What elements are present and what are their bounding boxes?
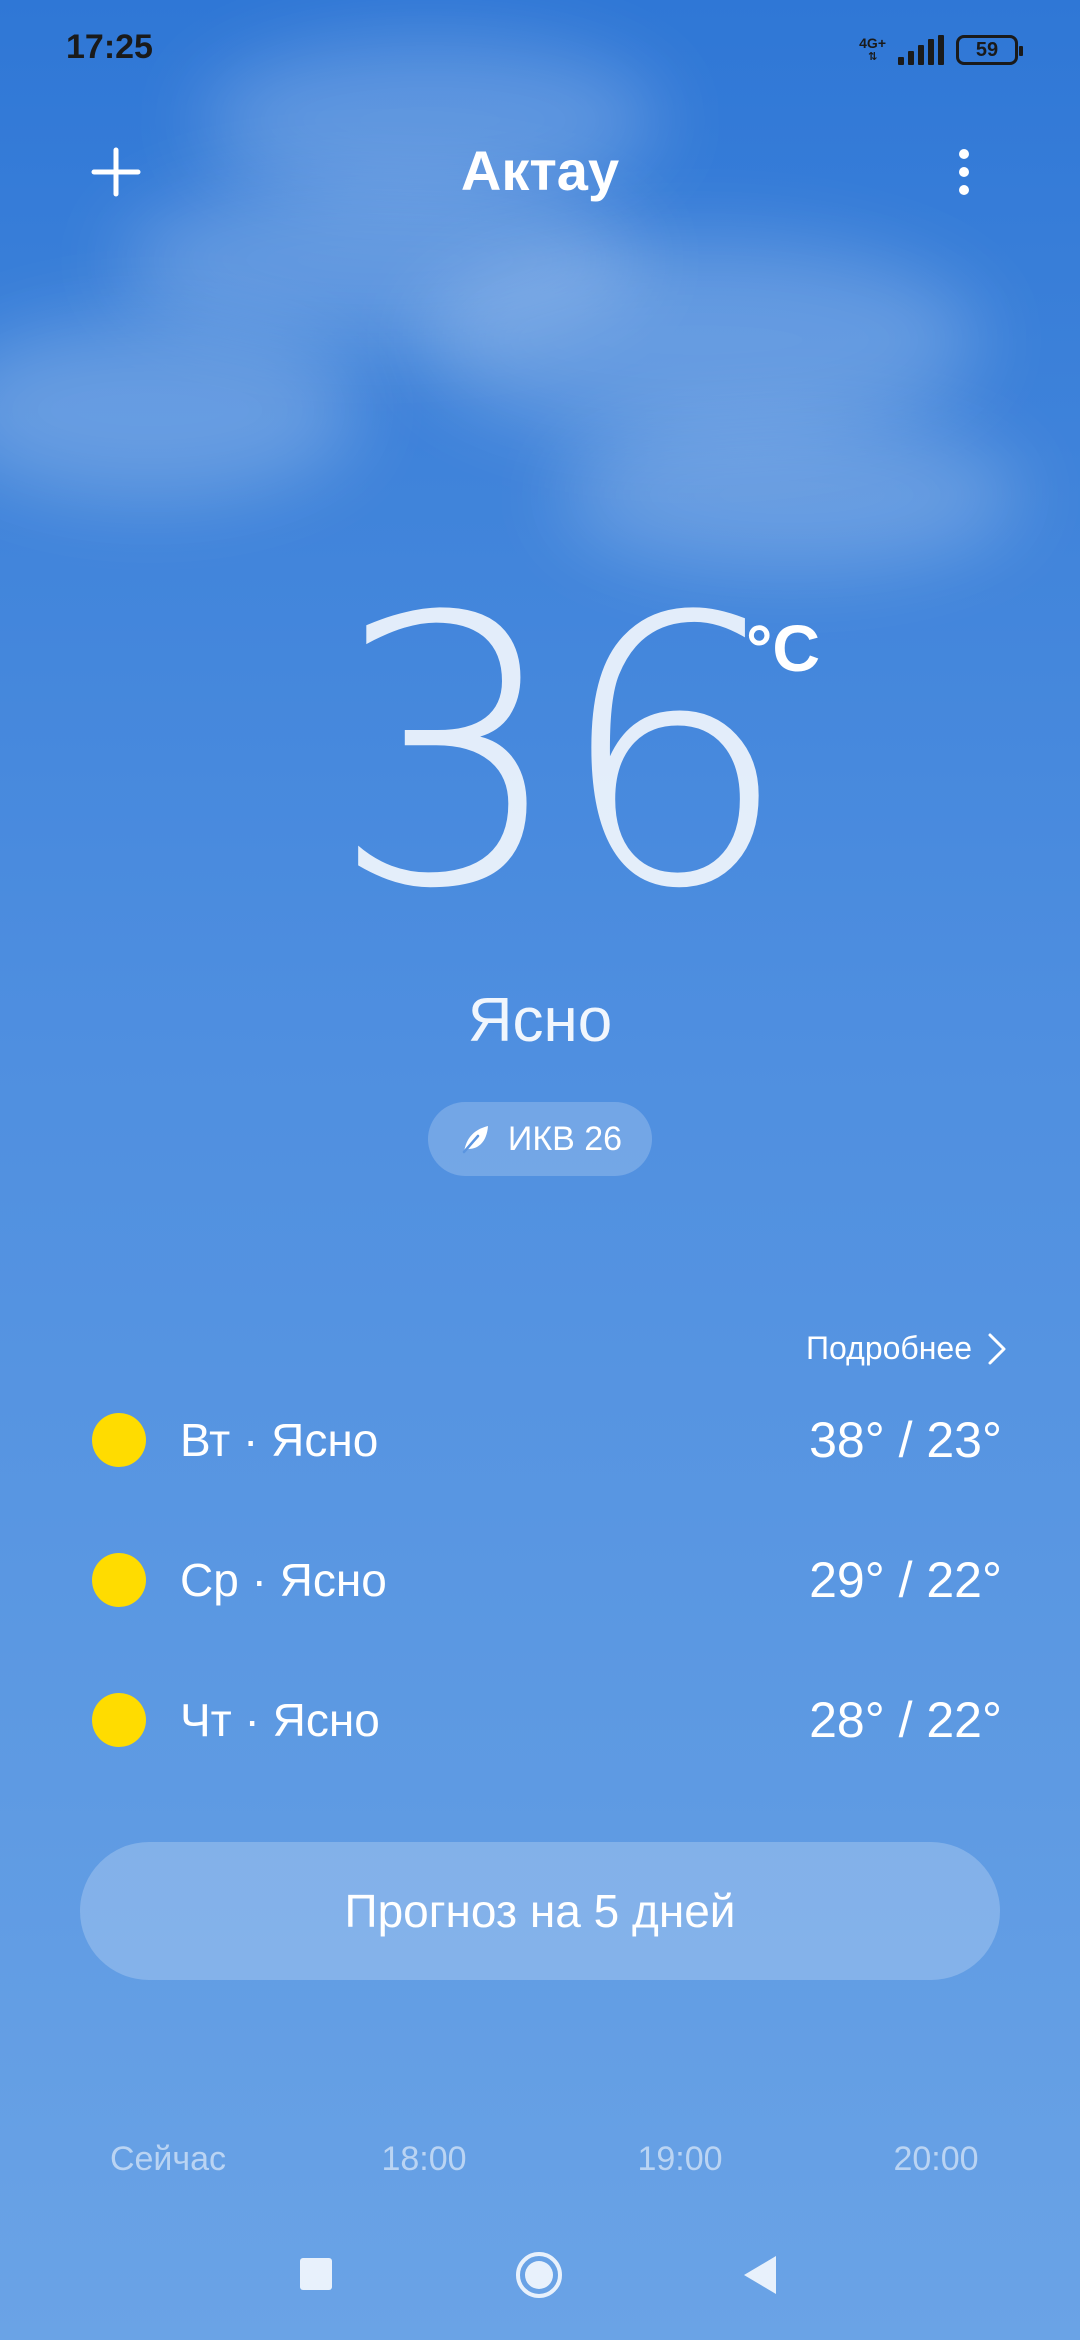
sun-icon	[92, 1693, 146, 1747]
more-options-button[interactable]	[944, 140, 984, 204]
battery-icon: 59	[956, 35, 1023, 65]
data-arrows-icon: ⇅	[867, 51, 878, 63]
signal-icon	[898, 35, 944, 65]
forecast-day-row[interactable]: Ср · Ясно 29° / 22°	[92, 1540, 1002, 1620]
aqi-badge[interactable]: ИКВ 26	[428, 1102, 652, 1176]
temperature-value: 36	[330, 540, 791, 970]
recents-button[interactable]	[300, 2258, 332, 2290]
status-icons: 4G+ ⇅ 59	[859, 30, 1023, 70]
aqi-label: ИКВ 26	[507, 1119, 623, 1158]
forecast-day-label: Чт · Ясно	[180, 1694, 380, 1746]
sun-icon	[92, 1553, 146, 1607]
five-day-forecast-button[interactable]: Прогноз на 5 дней	[80, 1842, 1000, 1980]
forecast-day-label: Ср · Ясно	[180, 1554, 387, 1606]
forecast-day-temps: 28° / 22°	[809, 1692, 1002, 1748]
header: Актау	[0, 120, 1080, 220]
forecast-day-temps: 29° / 22°	[809, 1552, 1002, 1608]
status-time: 17:25	[66, 28, 153, 66]
network-type: 4G+ ⇅	[859, 36, 886, 64]
battery-level: 59	[975, 38, 999, 61]
leaf-icon	[462, 1126, 488, 1154]
hourly-timeline: Сейчас 18:00 19:00 20:00	[0, 2140, 1080, 2200]
system-navigation-bar	[0, 2230, 1080, 2320]
network-label: 4G+	[859, 35, 886, 51]
current-temperature: 36 °C	[0, 570, 1080, 970]
hour-label: 20:00	[893, 2140, 979, 2178]
status-bar: 17:25 4G+ ⇅ 59	[0, 0, 1080, 100]
chevron-right-icon	[988, 1333, 1006, 1364]
temperature-unit: °C	[746, 611, 821, 685]
home-button[interactable]	[514, 2250, 564, 2300]
forecast-day-label: Вт · Ясно	[180, 1414, 379, 1466]
forecast-day-row[interactable]: Чт · Ясно 28° / 22°	[92, 1680, 1002, 1760]
city-title: Актау	[460, 139, 620, 202]
forecast-day-row[interactable]: Вт · Ясно 38° / 23°	[92, 1400, 1002, 1480]
forecast-day-temps: 38° / 23°	[809, 1412, 1002, 1468]
back-button[interactable]	[742, 2254, 778, 2296]
sun-icon	[92, 1413, 146, 1467]
more-vertical-icon	[959, 149, 969, 159]
details-label: Подробнее	[806, 1330, 972, 1366]
hour-label: 18:00	[381, 2140, 467, 2178]
current-condition: Ясно	[467, 986, 613, 1055]
hour-label: Сейчас	[109, 2140, 227, 2178]
details-link[interactable]: Подробнее	[806, 1330, 1008, 1367]
hour-label: 19:00	[637, 2140, 723, 2178]
